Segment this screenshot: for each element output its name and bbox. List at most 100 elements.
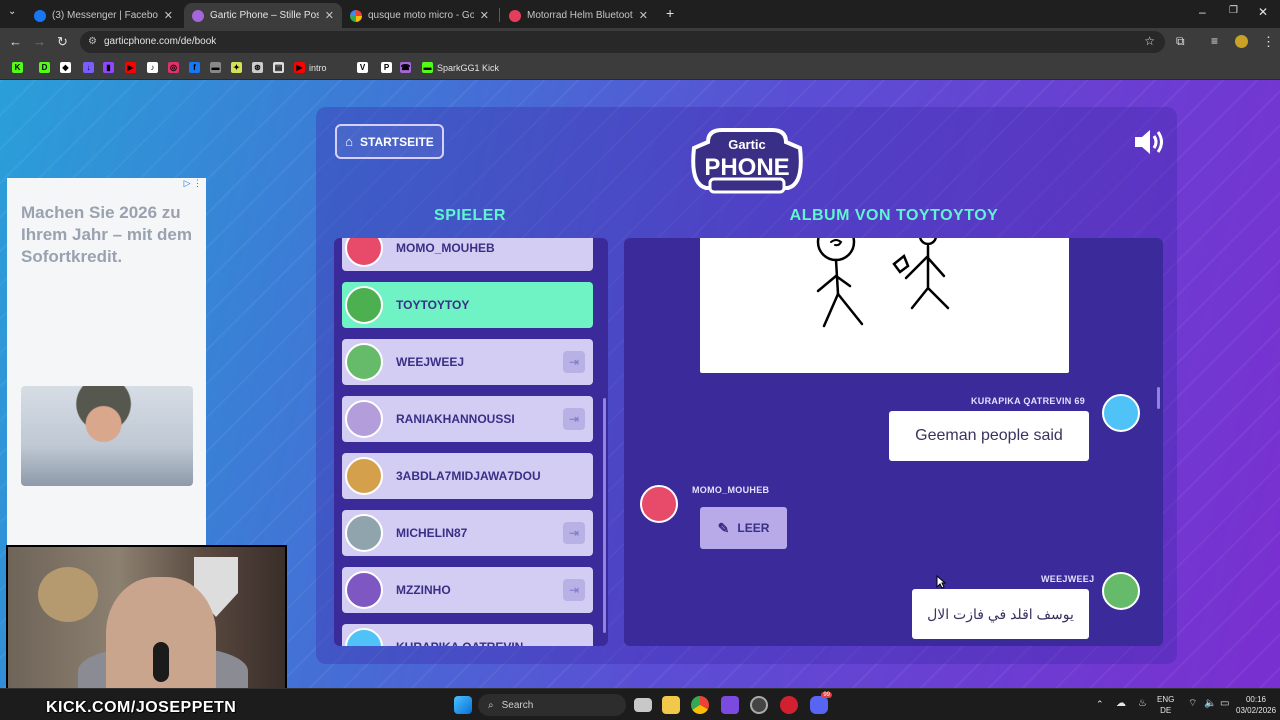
player-row[interactable]: RANIAKHANNOUSSI ⇥ (342, 396, 593, 442)
video-editor-icon[interactable] (721, 696, 739, 714)
player-row[interactable]: MOMO_MOUHEB (342, 238, 593, 271)
bookmark-item[interactable]: P (381, 61, 396, 74)
bookmark-item[interactable]: ▬ (210, 61, 225, 74)
app-icon[interactable] (780, 696, 798, 714)
lang-top: ENG (1157, 695, 1175, 704)
task-view-icon[interactable] (634, 698, 652, 712)
tab-google-search[interactable]: qusque moto micro - Google S ✕ (342, 3, 497, 28)
clock[interactable]: 00:16 03/02/2026 (1236, 694, 1276, 716)
windows-start-icon[interactable] (454, 696, 472, 714)
bookmark-item[interactable]: V (357, 61, 372, 74)
bookmark-item[interactable]: ◆ (60, 61, 75, 74)
bookmark-icon: f (189, 62, 200, 73)
kick-player-icon[interactable]: ⇥ (563, 522, 585, 544)
profile-avatar[interactable] (1235, 35, 1248, 48)
bookmark-item[interactable]: ▬ SparkGG1 Kick (422, 61, 499, 74)
discord-icon[interactable]: 99 (810, 692, 832, 714)
back-icon[interactable]: ← (9, 34, 22, 49)
close-tab-icon[interactable]: ✕ (164, 9, 173, 22)
bookmark-star-icon[interactable]: ☆ (1144, 34, 1155, 48)
obs-icon[interactable] (750, 696, 768, 714)
bookmark-item[interactable]: ▶ intro (294, 61, 327, 74)
bookmark-item[interactable]: ▤ (273, 61, 288, 74)
reload-icon[interactable]: ↻ (57, 34, 68, 50)
album-heading: ALBUM VON TOYTOYTOY (789, 207, 999, 224)
close-tab-icon[interactable]: ✕ (325, 9, 334, 22)
discord-badge: 99 (821, 692, 832, 698)
bookmark-item[interactable]: ⊛ (252, 61, 267, 74)
taskbar-search[interactable]: ⌕ Search (478, 694, 626, 716)
bookmark-icon: ▮ (103, 62, 114, 73)
clock-time: 00:16 (1245, 695, 1267, 704)
microphone-tray-icon[interactable]: ♨ (1138, 698, 1147, 709)
guess-bubble: يوسف اقلد في فازت الال (912, 589, 1089, 639)
player-row[interactable]: WEEJWEEJ ⇥ (342, 339, 593, 385)
player-row[interactable]: TOYTOYTOY (342, 282, 593, 328)
media-control-icon[interactable]: ≡ (1211, 34, 1218, 48)
kick-player-icon[interactable]: ⇥ (563, 351, 585, 373)
tab-title: (3) Messenger | Facebook (52, 10, 158, 21)
home-button[interactable]: ⌂ STARTSEITE (335, 124, 444, 159)
player-row[interactable]: 3ABDLA7MIDJAWA7DOU (342, 453, 593, 499)
tab-messenger[interactable]: (3) Messenger | Facebook ✕ (26, 3, 181, 28)
forward-icon[interactable]: → (33, 34, 46, 49)
bookmark-item[interactable]: ♪ (147, 61, 162, 74)
chrome-icon[interactable] (691, 696, 709, 714)
bookmark-item[interactable]: f (189, 61, 204, 74)
bookmark-item[interactable]: K (12, 61, 27, 74)
file-explorer-icon[interactable] (662, 696, 680, 714)
bookmark-item[interactable]: ↓ (83, 61, 98, 74)
bookmark-item[interactable]: D (39, 61, 54, 74)
pencil-icon: ✎ (717, 519, 730, 536)
lang-bottom: DE (1160, 706, 1172, 715)
bookmark-item[interactable]: ◎ (168, 61, 183, 74)
album-scrollbar[interactable] (1157, 387, 1160, 409)
player-name: RANIAKHANNOUSSI (396, 412, 515, 426)
player-row[interactable]: MZZINHO ⇥ (342, 567, 593, 613)
search-label: Search (501, 699, 534, 711)
cloud-icon[interactable]: ☁ (1116, 698, 1126, 709)
bookmark-label: intro (309, 62, 327, 73)
ad-text: Machen Sie 2026 zu Ihrem Jahr – mit dem … (21, 203, 193, 266)
empty-drawing-badge: ✎ LEER (700, 507, 787, 549)
bookmark-item[interactable]: ▮ (103, 61, 118, 74)
bookmark-icon: V (357, 62, 368, 73)
players-scrollbar[interactable] (603, 398, 606, 633)
wifi-icon[interactable]: ⌔ (1188, 698, 1197, 709)
close-tab-icon[interactable]: ✕ (639, 9, 648, 22)
site-info-icon[interactable]: ⚙ (88, 36, 97, 47)
url-text: garticphone.com/de/book (104, 36, 217, 47)
tab-motorrad-helm[interactable]: Motorrad Helm Bluetooth Hea ✕ (501, 3, 656, 28)
menu-icon[interactable]: ⋮ (1262, 34, 1275, 50)
bookmark-item[interactable]: ▶ (125, 61, 140, 74)
close-tab-icon[interactable]: ✕ (480, 9, 489, 22)
restore-icon[interactable]: ❐ (1229, 5, 1238, 16)
minimize-icon[interactable]: – (1199, 5, 1206, 19)
bookmark-item[interactable]: ✦ (231, 61, 246, 74)
home-icon: ⌂ (345, 134, 354, 149)
new-tab-button[interactable]: + (666, 5, 674, 21)
adchoices-icon[interactable]: ▷ ⋮ (184, 178, 202, 189)
tab-gartic-phone[interactable]: Gartic Phone – Stille Post ✕ (184, 3, 342, 28)
browser-tab-strip: ⌄ (3) Messenger | Facebook ✕ Gartic Phon… (0, 0, 1280, 28)
volume-icon[interactable]: 🔈 (1204, 698, 1216, 709)
window-close-icon[interactable]: ✕ (1258, 5, 1268, 19)
address-bar[interactable]: ⚙ garticphone.com/de/book ☆ (80, 31, 1165, 53)
ad-banner[interactable]: ▷ ⋮ Machen Sie 2026 zu Ihrem Jahr – mit … (7, 178, 206, 546)
players-list[interactable]: MOMO_MOUHEB TOYTOYTOY WEEJWEEJ ⇥ RANIAKHANNO… (334, 238, 608, 646)
kick-player-icon[interactable]: ⇥ (563, 579, 585, 601)
extensions-icon[interactable]: ⧉ (1176, 34, 1185, 49)
battery-icon[interactable]: ▭ (1220, 698, 1229, 709)
empty-label: LEER (737, 521, 770, 535)
tray-chevron-icon[interactable]: ⌃ (1096, 699, 1104, 710)
player-row[interactable]: KURAPIKA QATREVIN (342, 624, 593, 646)
player-avatar (1102, 572, 1140, 610)
tab-search-icon[interactable]: ⌄ (8, 6, 16, 17)
language-indicator[interactable]: ENG DE (1157, 694, 1174, 716)
album-view[interactable]: KURAPIKA QATREVIN 69 Geeman people said … (624, 238, 1163, 646)
sound-icon[interactable] (1133, 127, 1167, 157)
bookmark-icon: ☎ (400, 62, 411, 73)
bookmark-item[interactable]: ☎ (400, 61, 415, 74)
kick-player-icon[interactable]: ⇥ (563, 408, 585, 430)
player-row[interactable]: MICHELIN87 ⇥ (342, 510, 593, 556)
